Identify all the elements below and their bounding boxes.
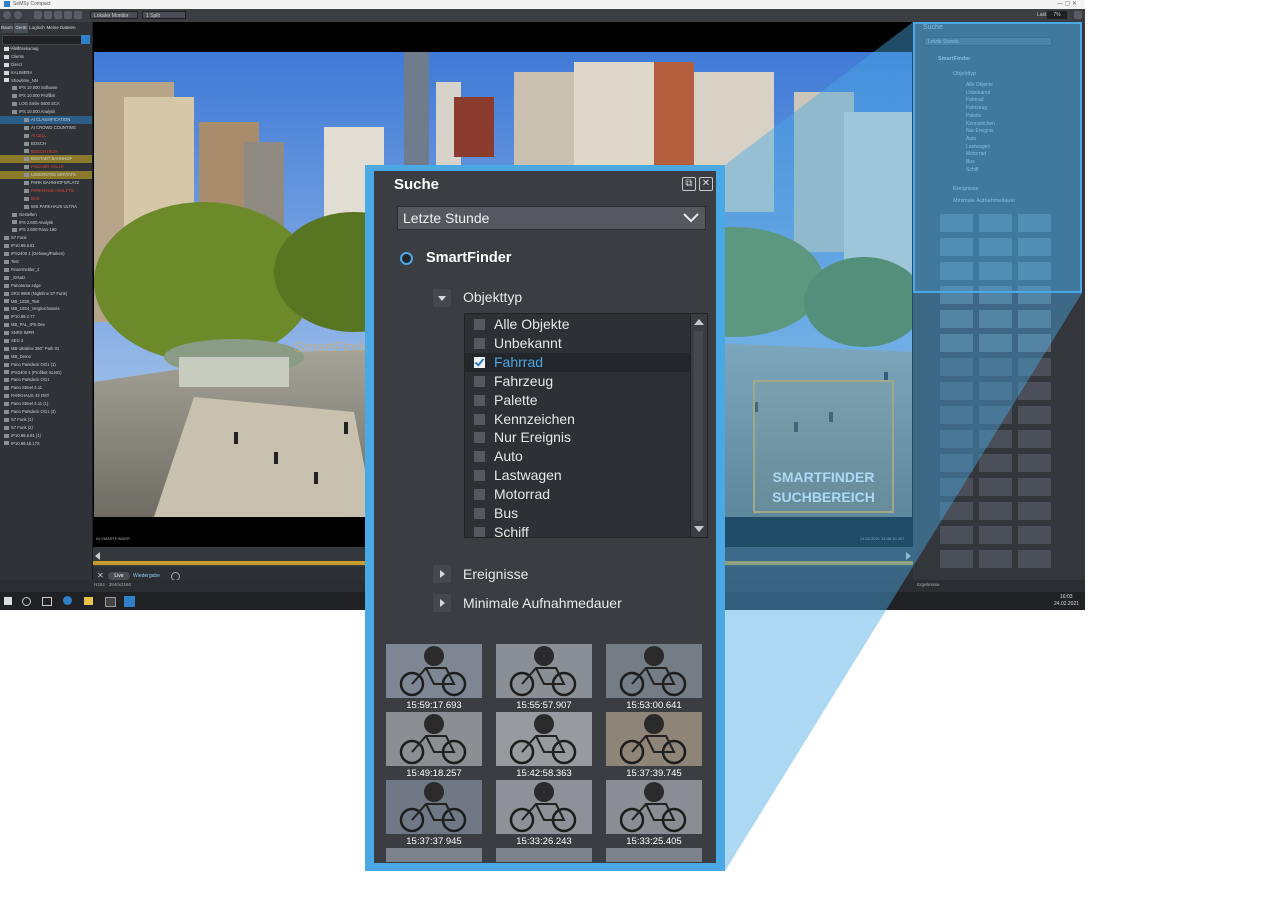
bicycle-icon: [509, 714, 577, 765]
bicycle-icon: [399, 782, 467, 833]
object-type-item[interactable]: Fahrrad: [465, 352, 690, 372]
object-type-item[interactable]: Schiff: [465, 523, 690, 538]
triangle-down-icon: [438, 296, 446, 301]
checkbox[interactable]: [474, 508, 485, 519]
object-type-item[interactable]: Auto: [465, 447, 690, 466]
result-thumbnail[interactable]: [386, 644, 482, 698]
scroll-up-icon[interactable]: [694, 319, 704, 325]
object-type-label: Nur Ereignis: [494, 429, 572, 446]
result-timestamp: 15:59:17.693: [406, 700, 462, 711]
search-title: Suche: [394, 176, 440, 193]
result-timestamp: 15:33:25.405: [626, 836, 682, 847]
object-type-label: Fahrrad: [494, 353, 544, 370]
scroll-down-icon[interactable]: [694, 526, 704, 532]
result-thumbnail[interactable]: [496, 848, 592, 862]
min-dauer-label: Minimale Aufnahmedauer: [463, 595, 622, 611]
object-type-item[interactable]: Fahrzeug: [465, 372, 690, 391]
object-type-item[interactable]: Bus: [465, 504, 690, 523]
result-thumbnail[interactable]: [386, 848, 482, 862]
result-thumbnail[interactable]: [606, 848, 702, 862]
result-timestamp: 15:37:37.945: [406, 836, 462, 847]
close-icon[interactable]: ✕: [699, 177, 713, 191]
checkbox[interactable]: [474, 394, 485, 406]
bicycle-icon: [509, 646, 577, 697]
object-type-item[interactable]: Unbekannt: [465, 334, 690, 353]
result-thumbnail[interactable]: [386, 780, 482, 834]
checkbox[interactable]: [474, 337, 485, 349]
result-thumbnail[interactable]: [386, 712, 482, 766]
result-thumbnail[interactable]: [606, 644, 702, 698]
triangle-right-icon: [440, 599, 445, 607]
object-type-label: Kennzeichen: [494, 410, 575, 427]
result-timestamp: 15:33:26.243: [516, 836, 572, 847]
object-type-item[interactable]: Kennzeichen: [465, 410, 690, 429]
bicycle-icon: [509, 782, 577, 833]
checkbox[interactable]: [474, 451, 485, 463]
checkbox[interactable]: [474, 375, 485, 387]
object-type-label: Motorrad: [494, 486, 551, 503]
object-type-label: Unbekannt: [494, 334, 562, 351]
time-range-value: Letzte Stunde: [403, 210, 490, 226]
result-thumbnail[interactable]: [606, 712, 702, 766]
chevron-down-icon: [683, 213, 699, 223]
result-thumbnail[interactable]: [606, 780, 702, 834]
bicycle-icon: [399, 714, 467, 765]
checkbox[interactable]: [474, 413, 485, 425]
search-panel-zoomed: Suche ⧉ ✕ Letzte Stunde SmartFinder Obje…: [374, 171, 716, 863]
objekttyp-expander[interactable]: [433, 289, 451, 307]
object-type-item[interactable]: Motorrad: [465, 485, 690, 504]
list-scrollbar[interactable]: [690, 314, 707, 537]
triangle-right-icon: [440, 570, 445, 578]
time-range-dropdown[interactable]: Letzte Stunde: [397, 206, 706, 230]
bicycle-icon: [399, 646, 467, 697]
bicycle-icon: [619, 646, 687, 697]
object-type-item[interactable]: Palette: [465, 391, 690, 410]
result-thumbnail[interactable]: [496, 712, 592, 766]
scroll-track[interactable]: [694, 331, 703, 521]
object-type-label: Lastwagen: [494, 467, 562, 484]
object-type-label: Schiff: [494, 523, 529, 538]
checkbox[interactable]: [474, 319, 485, 330]
result-timestamp: 15:37:39.745: [626, 768, 682, 779]
result-timestamp: 15:55:57.907: [516, 700, 572, 711]
result-timestamp: 15:49:18.257: [406, 768, 462, 779]
ereignisse-label: Ereignisse: [463, 566, 529, 582]
checkbox[interactable]: [474, 526, 485, 537]
object-type-list[interactable]: Alle Objekte Unbekannt Fahrrad Fahrzeug Pale…: [464, 313, 708, 538]
bicycle-icon: [619, 714, 687, 765]
object-type-label: Palette: [494, 391, 538, 408]
object-type-label: Fahrzeug: [494, 372, 554, 389]
min-dauer-expander[interactable]: [433, 594, 451, 612]
object-type-item[interactable]: Lastwagen: [465, 466, 690, 485]
radio-selected-icon: [400, 252, 413, 265]
checkbox[interactable]: [474, 470, 485, 482]
object-type-label: Alle Objekte: [494, 316, 570, 332]
checkbox-checked[interactable]: [474, 356, 485, 368]
objekttyp-label: Objekttyp: [463, 289, 523, 305]
object-type-item[interactable]: Alle Objekte: [465, 315, 690, 334]
result-thumbnail[interactable]: [496, 780, 592, 834]
object-type-label: Auto: [494, 448, 523, 465]
ereignisse-expander[interactable]: [433, 565, 451, 583]
object-type-label: Bus: [494, 505, 519, 521]
checkbox[interactable]: [474, 432, 485, 444]
object-type-item[interactable]: Nur Ereignis: [465, 428, 690, 447]
detach-icon[interactable]: ⧉: [682, 177, 696, 191]
result-thumbnail[interactable]: [496, 644, 592, 698]
result-timestamp: 15:42:58.363: [516, 768, 572, 779]
result-timestamp: 15:53:00.641: [626, 700, 682, 711]
bicycle-icon: [619, 782, 687, 833]
checkbox[interactable]: [474, 489, 485, 501]
zoom-source-frame: [913, 22, 1082, 293]
